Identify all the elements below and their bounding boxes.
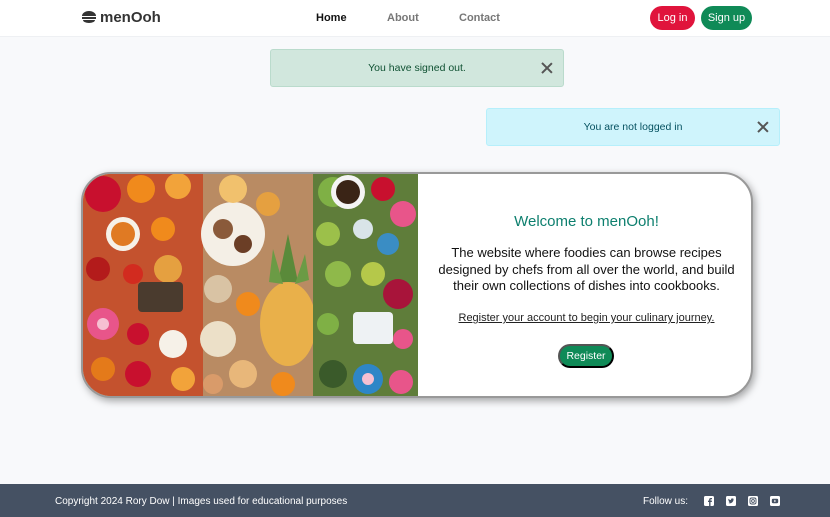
youtube-icon[interactable] — [770, 496, 780, 506]
facebook-icon[interactable] — [704, 496, 714, 506]
register-link[interactable]: Register your account to begin your culi… — [418, 312, 751, 324]
not-logged-in-alert: You are not logged in — [486, 108, 780, 146]
signed-out-alert: You have signed out. — [270, 49, 564, 87]
twitter-icon[interactable] — [726, 496, 736, 506]
instagram-icon[interactable] — [748, 496, 758, 506]
food-spread-image — [83, 174, 418, 396]
welcome-title: Welcome to menOoh! — [514, 213, 659, 230]
welcome-content: Welcome to menOoh! The website where foo… — [418, 174, 751, 396]
footer: Copyright 2024 Rory Dow | Images used fo… — [0, 484, 830, 517]
signed-out-message: You have signed out. — [368, 62, 466, 74]
welcome-card: Welcome to menOoh! The website where foo… — [81, 172, 753, 398]
close-icon[interactable] — [757, 121, 769, 133]
signup-button[interactable]: Sign up — [701, 6, 752, 30]
navbar: menOoh Home About Contact Log in Sign up — [0, 0, 830, 37]
nav-about[interactable]: About — [387, 12, 419, 24]
copyright-text: Copyright 2024 Rory Dow | Images used fo… — [55, 496, 348, 507]
login-button[interactable]: Log in — [650, 6, 695, 30]
nav-home[interactable]: Home — [316, 12, 347, 24]
nav-contact[interactable]: Contact — [459, 12, 500, 24]
follow-us-label: Follow us: — [643, 496, 689, 507]
register-button[interactable]: Register — [558, 344, 614, 368]
not-logged-in-message: You are not logged in — [583, 121, 683, 133]
close-icon[interactable] — [541, 62, 553, 74]
welcome-description: The website where foodies can browse rec… — [438, 245, 735, 293]
